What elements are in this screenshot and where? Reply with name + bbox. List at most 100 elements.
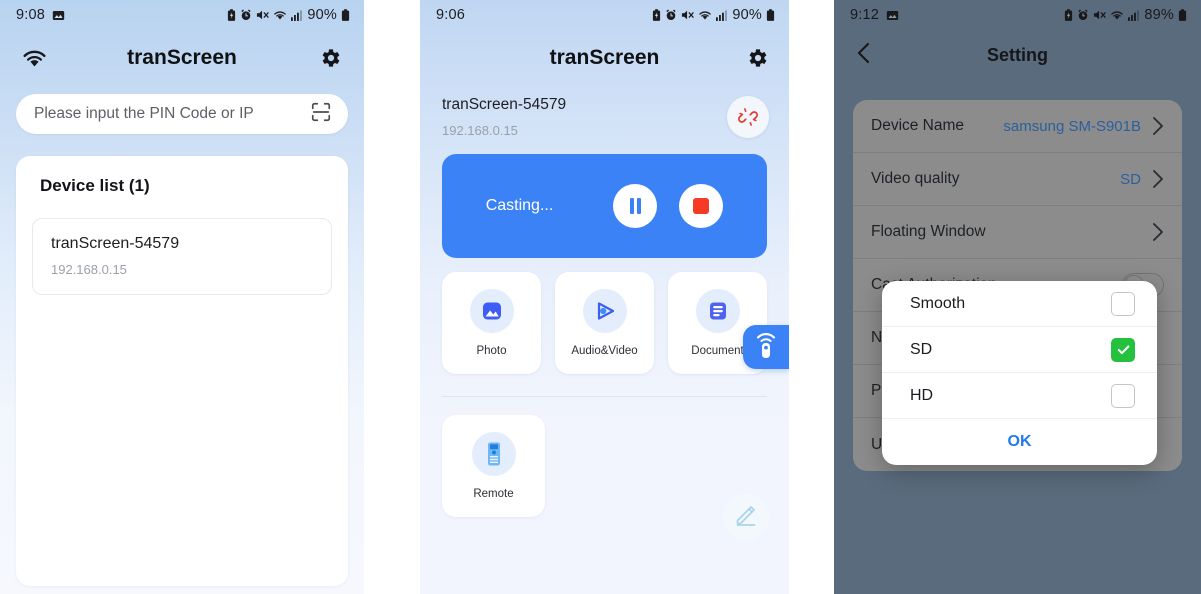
setting-value: SD (1120, 170, 1141, 188)
battery-saver-icon (227, 8, 236, 22)
gear-icon[interactable] (318, 46, 342, 70)
checkbox-smooth[interactable] (1111, 291, 1135, 316)
stop-button[interactable] (679, 184, 724, 228)
dialog-ok-button[interactable]: OK (882, 419, 1157, 465)
pin-search-bar[interactable]: Please input the PIN Code or IP (16, 94, 348, 134)
feature-cards-row: Photo Audio&Video Document (420, 258, 789, 374)
connected-device-row: tranScreen-54579 192.168.0.15 (420, 86, 789, 138)
panel-gap-2 (789, 0, 834, 594)
document-icon (695, 289, 740, 333)
dialog-option-smooth[interactable]: Smooth (882, 281, 1157, 327)
remote-control-icon (471, 432, 516, 476)
feature-label: Remote (473, 488, 514, 500)
wifi-remote-icon (753, 330, 779, 365)
battery-icon (766, 8, 775, 22)
chevron-right-icon (1151, 169, 1164, 189)
setting-row-device-name[interactable]: Device Name samsung SM-S901B (853, 100, 1182, 153)
app-bar-settings: Setting (834, 30, 1201, 80)
device-list-title: Device list (1) (40, 176, 150, 195)
back-button[interactable] (854, 41, 874, 70)
signal-icon (291, 9, 303, 21)
check-icon (1117, 345, 1129, 355)
play-icon (582, 289, 627, 333)
wifi-icon (1110, 9, 1124, 21)
gear-icon[interactable] (745, 46, 769, 70)
list-item[interactable]: tranScreen-54579 192.168.0.15 (32, 218, 332, 295)
panel-gap-1 (364, 0, 420, 594)
feature-label: Photo (476, 345, 507, 357)
battery-icon (1178, 8, 1187, 22)
status-time: 9:12 (850, 7, 880, 23)
search-area: Please input the PIN Code or IP (0, 86, 364, 134)
setting-value: samsung SM-S901B (1003, 117, 1141, 135)
chevron-left-icon (854, 41, 874, 70)
video-quality-dialog: Smooth SD HD OK (882, 281, 1157, 465)
battery-percent: 90% (732, 7, 762, 23)
disconnect-button[interactable] (727, 96, 769, 138)
phone-panel-casting: 9:06 90% tranScreen tranScreen-54579 192… (420, 0, 789, 594)
option-label: HD (910, 386, 934, 404)
battery-saver-icon (1064, 8, 1073, 22)
checkbox-hd[interactable] (1111, 383, 1135, 408)
setting-label: P (871, 382, 882, 399)
setting-label: N (871, 329, 883, 346)
phone-panel-settings: 9:12 89% Setting Device Name samsung SM-… (834, 0, 1201, 594)
dialog-option-sd[interactable]: SD (882, 327, 1157, 373)
setting-row-floating-window[interactable]: Floating Window (853, 206, 1182, 259)
setting-label: Device Name (871, 117, 965, 134)
feature-card-photo[interactable]: Photo (442, 272, 541, 374)
chevron-right-icon (1151, 116, 1164, 136)
edit-fab[interactable] (723, 494, 769, 540)
remote-float-button[interactable] (743, 325, 789, 369)
phone-panel-home: 9:08 90% tranScreen Please input the PIN… (0, 0, 364, 594)
dialog-option-hd[interactable]: HD (882, 373, 1157, 419)
mute-icon (256, 9, 270, 21)
screenshot-stage: 9:08 90% tranScreen Please input the PIN… (0, 0, 1201, 594)
mute-icon (1093, 9, 1107, 21)
image-icon (52, 9, 65, 22)
status-bar-2: 9:06 90% (420, 0, 789, 30)
page-title: Setting (987, 44, 1048, 65)
pause-button[interactable] (613, 184, 658, 228)
checkbox-sd[interactable] (1111, 337, 1135, 362)
casting-banner: Casting... (442, 154, 767, 258)
battery-saver-icon (652, 8, 661, 22)
feature-card-audio-video[interactable]: Audio&Video (555, 272, 654, 374)
device-list-card: Device list (1) tranScreen-54579 192.168… (16, 156, 348, 586)
wifi-icon (698, 9, 712, 21)
scan-frame-icon[interactable] (310, 101, 332, 128)
chevron-right-icon (1151, 222, 1164, 242)
device-ip: 192.168.0.15 (442, 123, 518, 138)
pause-icon (629, 198, 641, 214)
battery-percent: 89% (1144, 7, 1174, 23)
ok-label: OK (1007, 433, 1032, 450)
setting-row-video-quality[interactable]: Video quality SD (853, 153, 1182, 206)
signal-icon (1128, 9, 1140, 21)
status-bar-3: 9:12 89% (834, 0, 1201, 30)
wifi-status-icon[interactable] (22, 49, 47, 68)
wifi-icon (273, 9, 287, 21)
device-ip: 192.168.0.15 (51, 262, 127, 277)
feature-card-remote[interactable]: Remote (442, 415, 545, 517)
pencil-icon (733, 502, 759, 533)
signal-icon (716, 9, 728, 21)
battery-icon (341, 8, 350, 22)
page-title: tranScreen (549, 46, 660, 69)
setting-label: Video quality (871, 170, 960, 187)
mute-icon (681, 9, 695, 21)
casting-status-label: Casting... (485, 197, 554, 214)
option-label: Smooth (910, 294, 966, 312)
alarm-icon (1077, 9, 1089, 21)
status-bar-1: 9:08 90% (0, 0, 364, 30)
option-label: SD (910, 340, 933, 358)
alarm-icon (665, 9, 677, 21)
feature-label: Document (691, 345, 744, 357)
setting-label: U (871, 435, 883, 453)
photo-icon (469, 289, 514, 333)
app-bar-casting: tranScreen (420, 30, 789, 86)
search-input[interactable]: Please input the PIN Code or IP (34, 105, 254, 123)
status-time: 9:06 (436, 7, 466, 23)
page-title: tranScreen (127, 46, 237, 69)
image-icon (886, 9, 899, 22)
app-bar-home: tranScreen (0, 30, 364, 86)
